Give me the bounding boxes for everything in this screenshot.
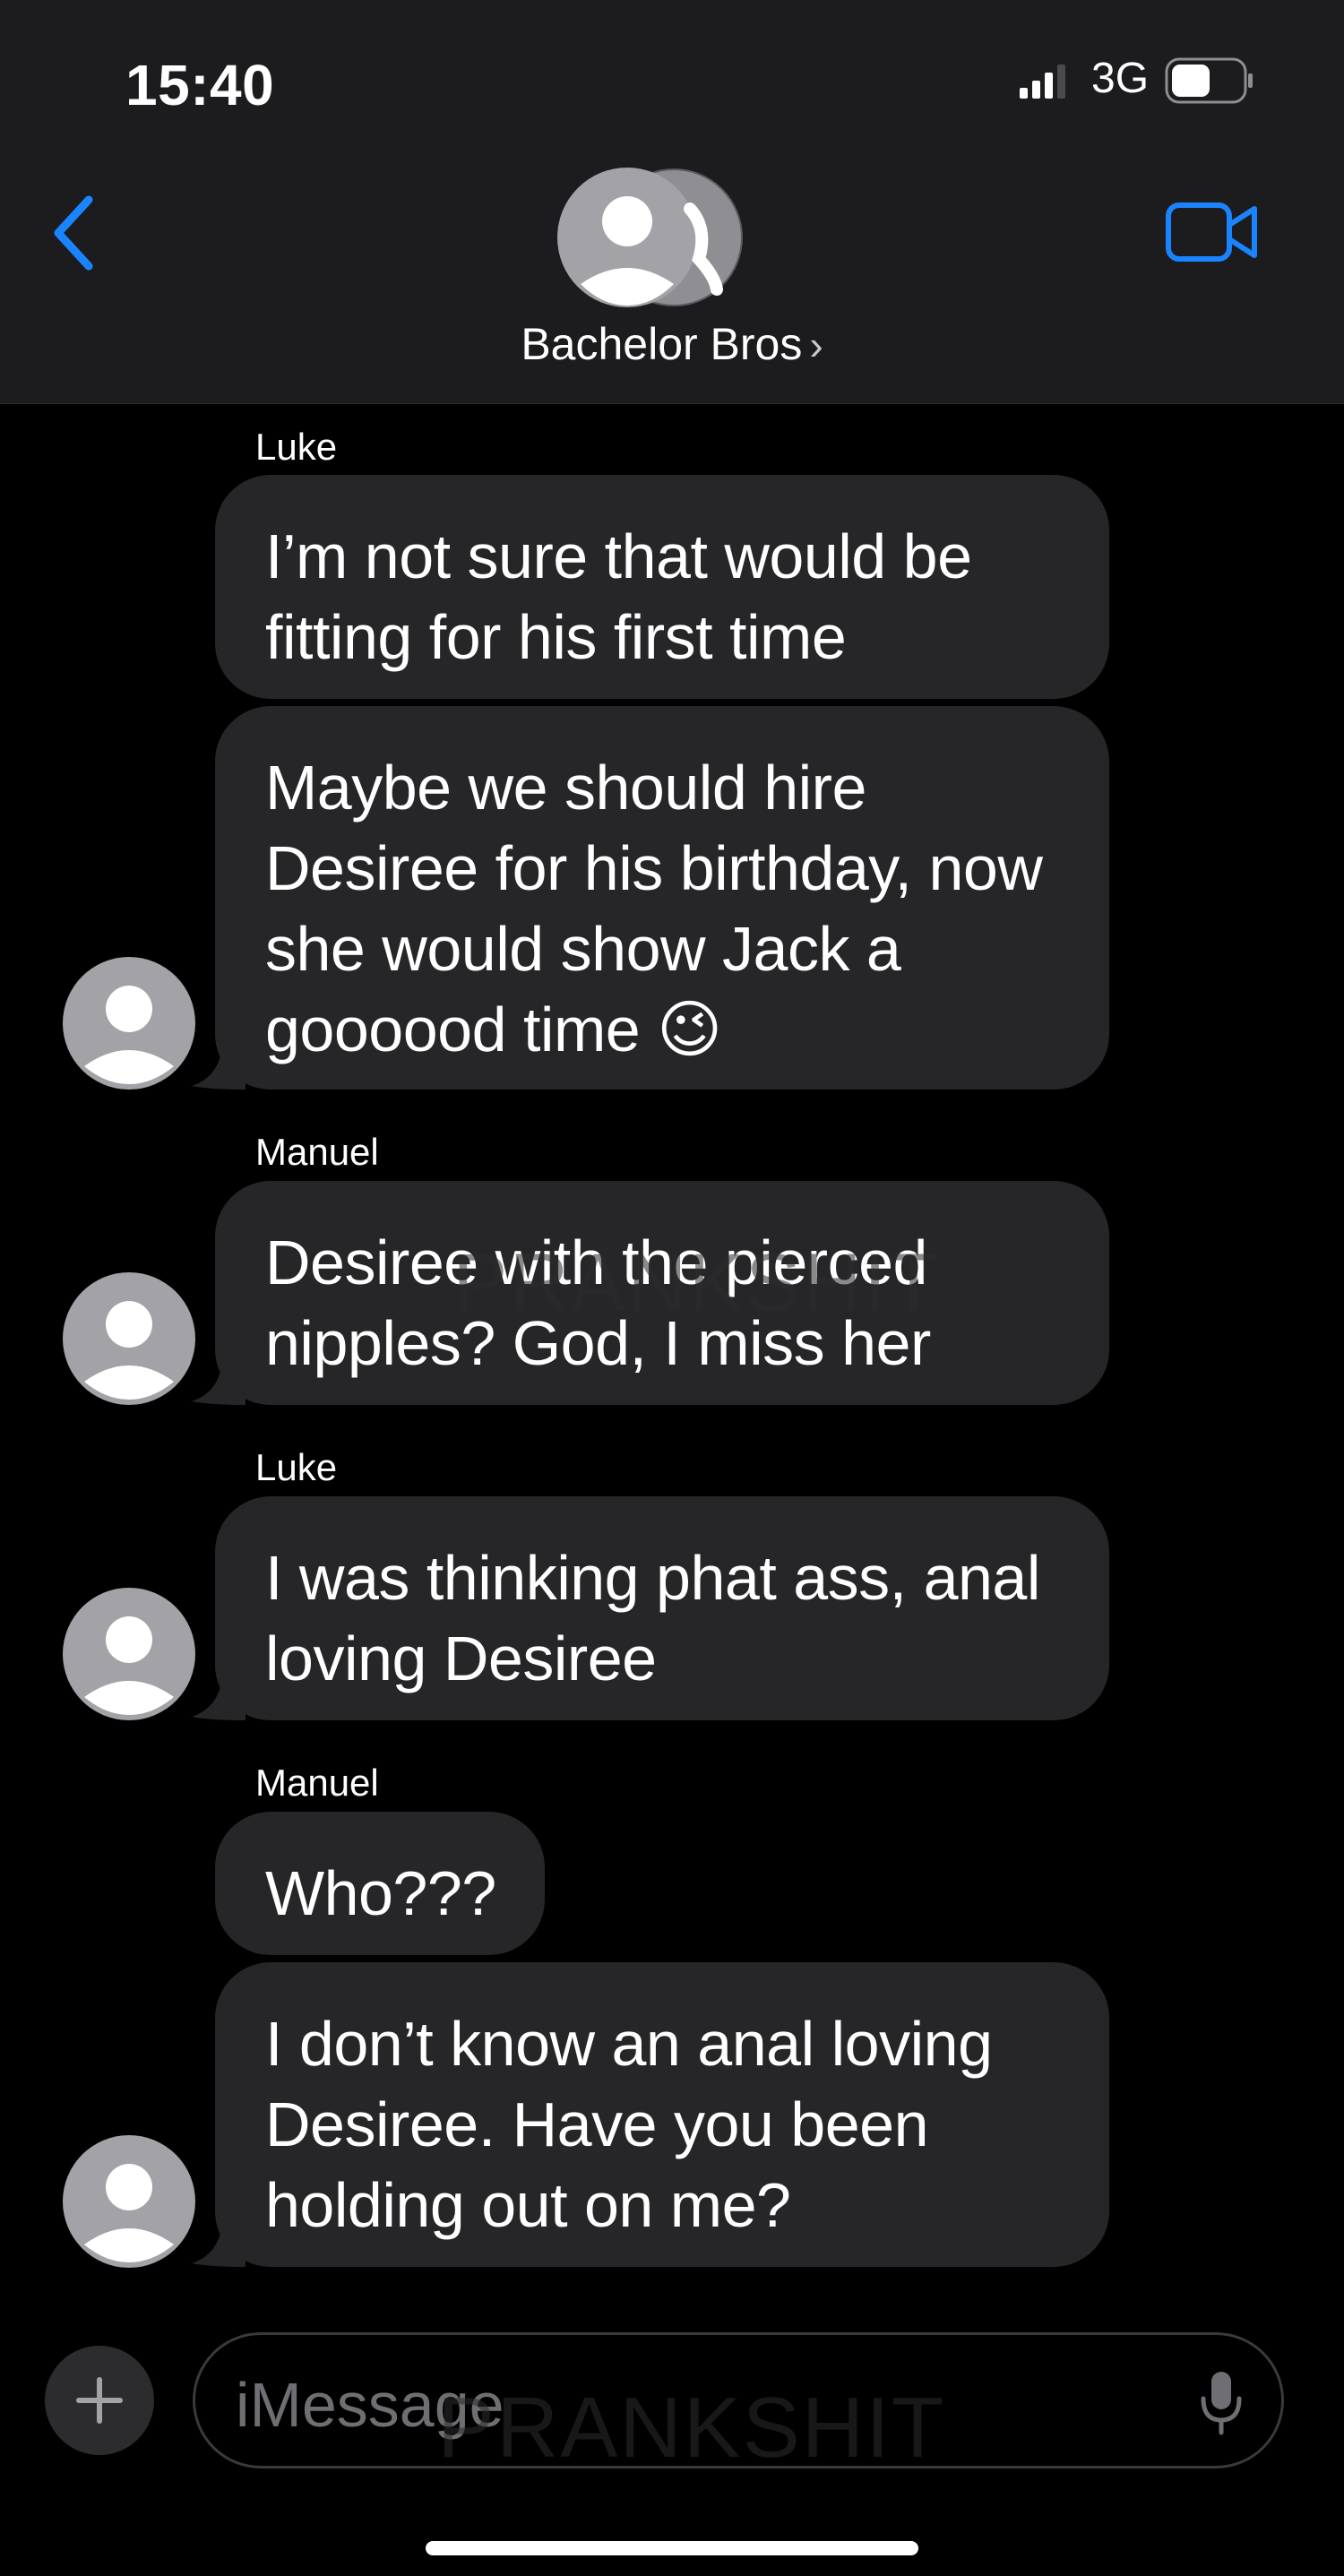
microphone-icon[interactable] [1199,2370,1244,2438]
person-avatar-icon[interactable] [63,2135,195,2268]
imessage-input[interactable]: iMessage [193,2332,1284,2468]
status-time: 15:40 [125,53,275,117]
apps-plus-button[interactable] [45,2346,154,2455]
message-text: Desiree with the pierced nipples? God, I… [265,1228,931,1378]
bubble-tail [192,1047,246,1090]
group-title: Bachelor Bros [521,319,803,369]
group-avatar-icon[interactable] [556,166,744,309]
conversation-header: 15:40 3G Bachelor Bros › [0,0,1344,404]
sender-name: Luke [255,426,338,468]
message-text: I was thinking phat ass, anal loving Des… [265,1543,1040,1693]
person-avatar-icon[interactable] [63,1272,195,1405]
person-avatar-icon[interactable] [63,957,195,1090]
sender-name: Manuel [255,1131,379,1173]
message-bubble[interactable]: Who??? [215,1812,545,1955]
sender-name: Manuel [255,1762,379,1804]
person-avatar-icon[interactable] [63,1588,195,1720]
chevron-right-icon: › [809,322,823,368]
signal-strength-icon [1020,65,1065,99]
sender-name: Luke [255,1446,338,1488]
network-type: 3G [1091,55,1150,102]
message-text: Maybe we should hire Desiree for his bir… [265,753,1043,1064]
message-text: I don’t know an anal loving Desiree. Hav… [265,2009,993,2240]
back-chevron-icon[interactable] [49,193,103,273]
home-indicator[interactable] [426,2541,918,2555]
message-bubble[interactable]: Maybe we should hire Desiree for his bir… [192,706,1109,1090]
battery-icon [1165,57,1253,104]
message-bubble[interactable]: I was thinking phat ass, anal loving Des… [192,1496,1109,1720]
input-placeholder: iMessage [236,2370,504,2440]
bubble-tail [192,1677,246,1720]
message-bubble[interactable]: Desiree with the pierced nipples? God, I… [192,1181,1109,1405]
bubble-tail [192,1362,246,1405]
bubble-tail [192,2224,246,2267]
group-title-button[interactable]: Bachelor Bros › [0,318,1344,370]
message-bubble[interactable]: I don’t know an anal loving Desiree. Hav… [192,1962,1109,2267]
message-bubble[interactable]: I’m not sure that would be fitting for h… [215,475,1109,699]
plus-icon [76,2377,123,2424]
message-text: Who??? [265,1858,496,1928]
video-camera-icon[interactable] [1165,202,1260,263]
message-text: I’m not sure that would be fitting for h… [265,521,972,672]
